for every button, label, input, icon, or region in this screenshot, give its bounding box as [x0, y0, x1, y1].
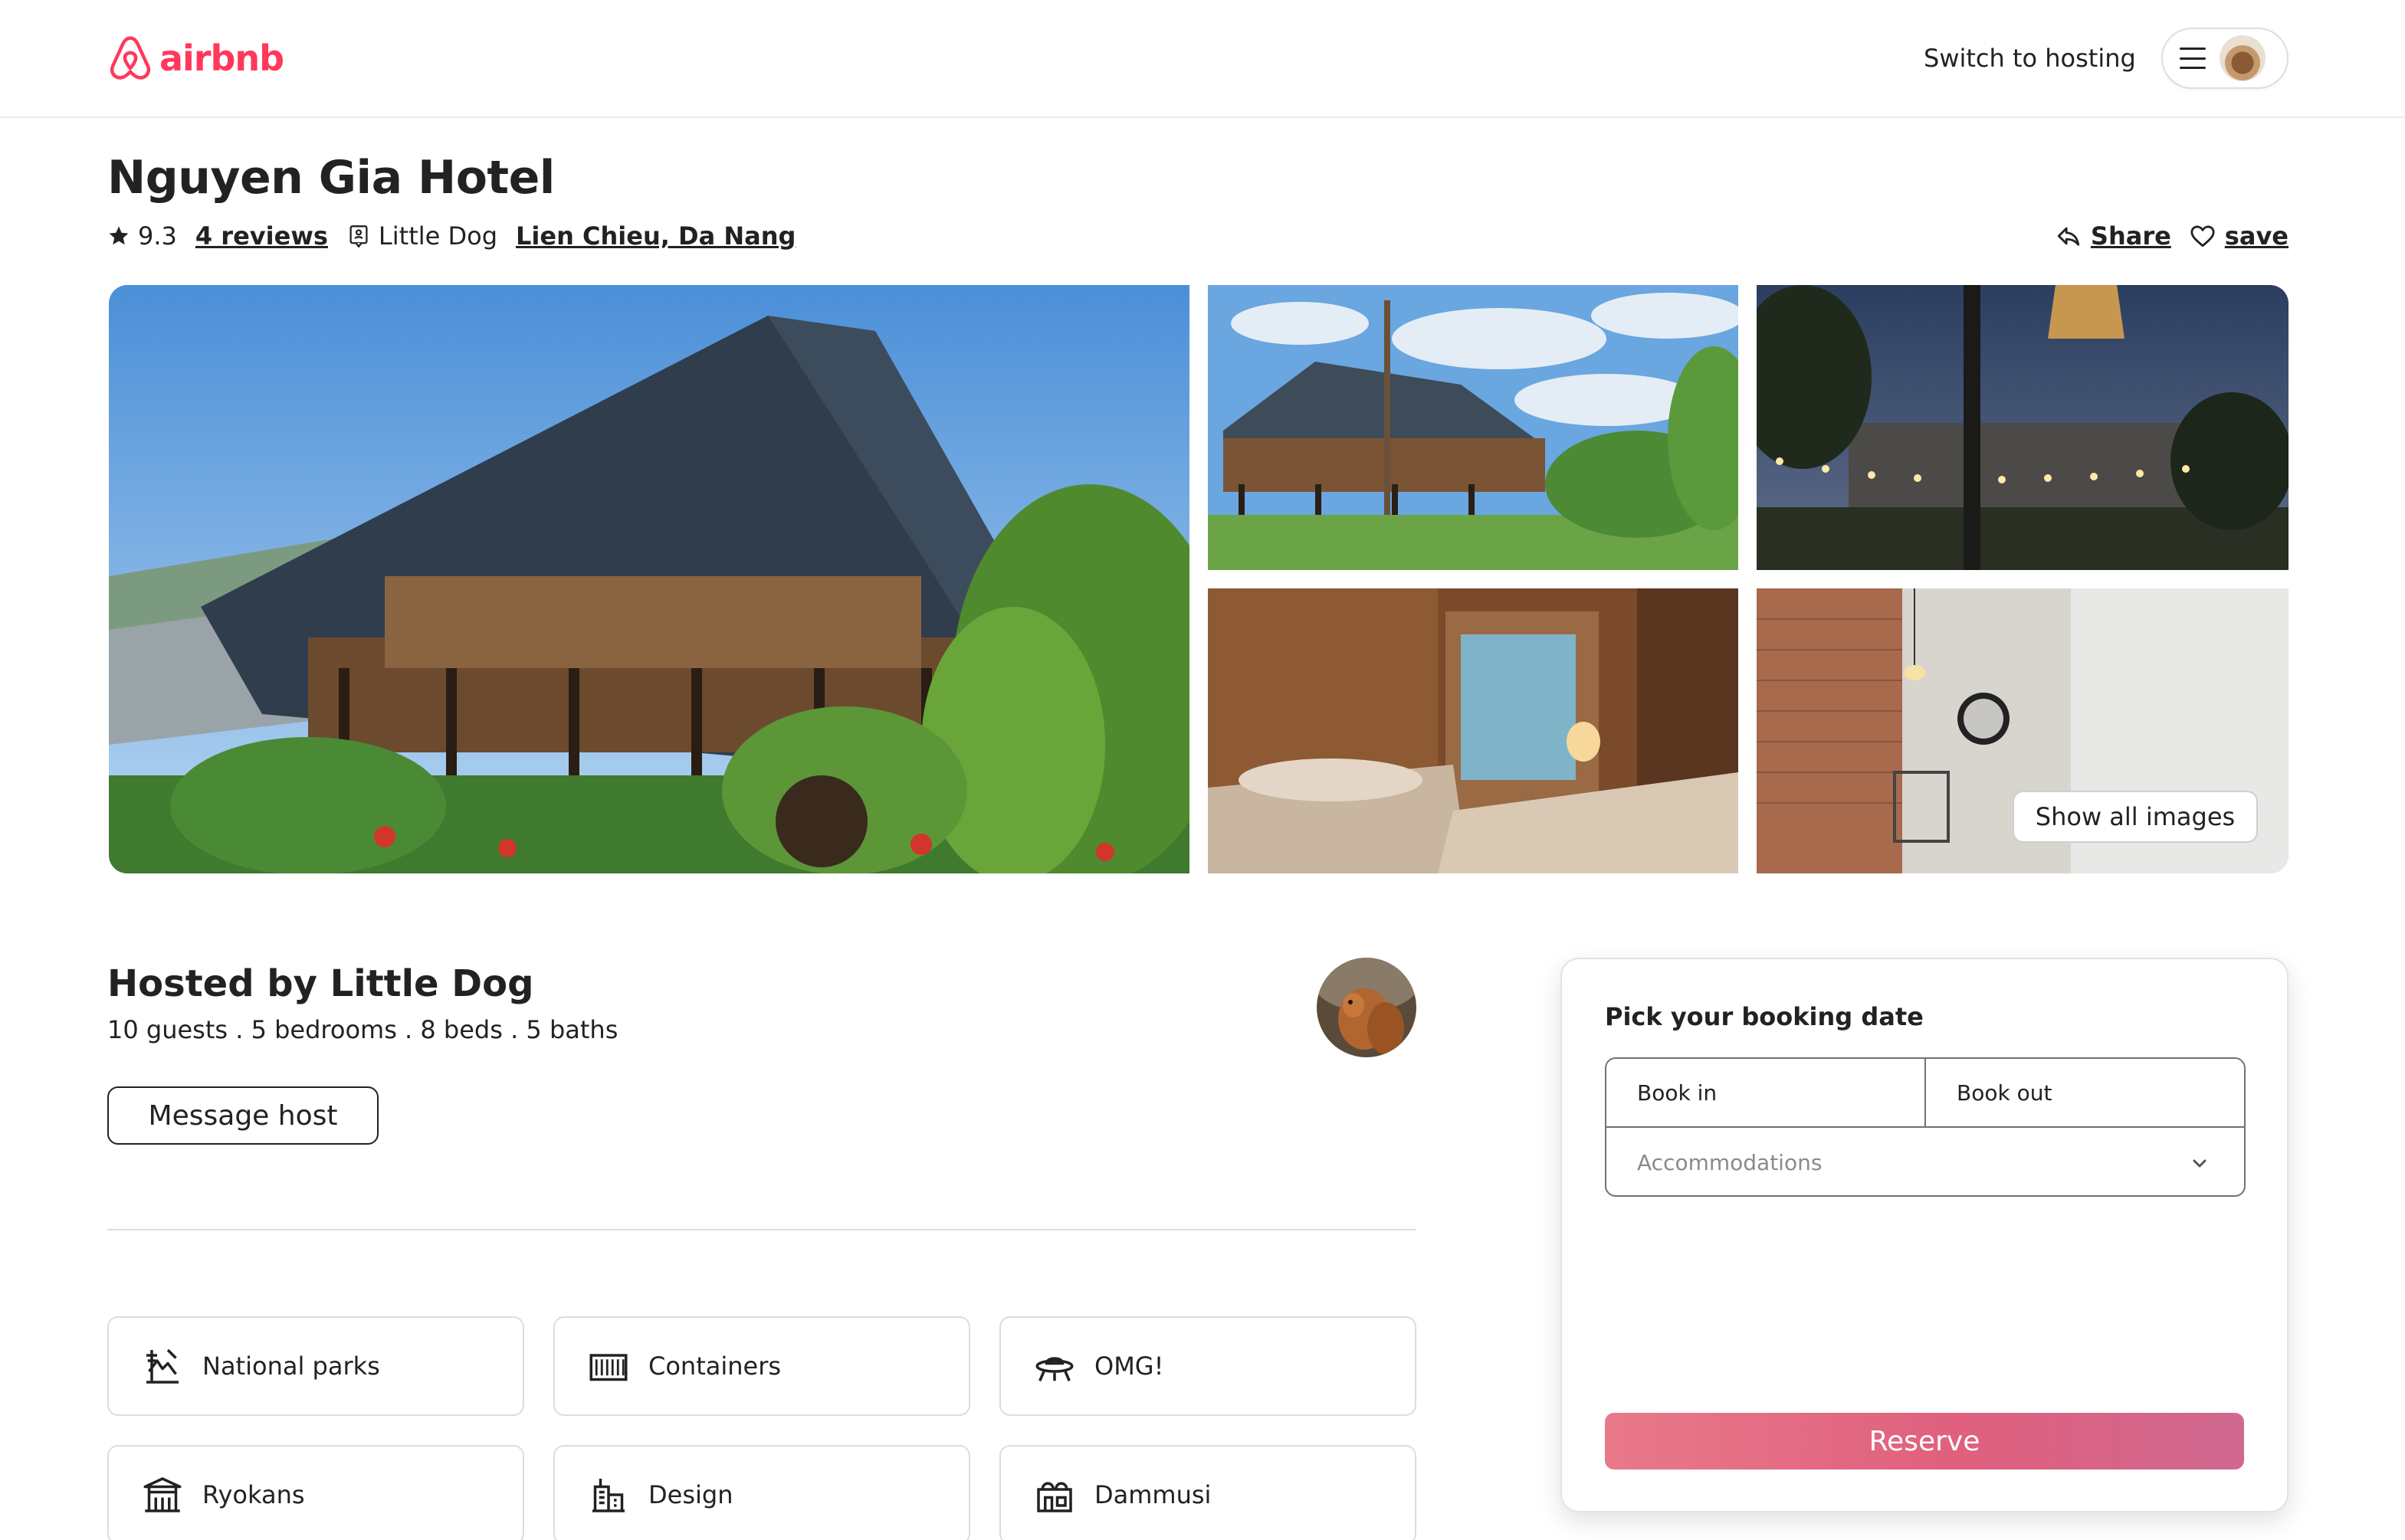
category-omg[interactable]: OMG!	[999, 1316, 1416, 1416]
hamburger-menu-icon	[2180, 48, 2206, 69]
category-label: Design	[648, 1480, 733, 1509]
booking-date-box: Book in Book out Accommodations	[1605, 1057, 2246, 1197]
book-in-field[interactable]: Book in	[1606, 1059, 1924, 1126]
share-icon[interactable]	[2056, 223, 2082, 249]
listing-capacity: 10 guests . 5 bedrooms . 8 beds . 5 bath…	[107, 1015, 618, 1044]
airbnb-logo[interactable]: airbnb	[107, 32, 284, 84]
airbnb-logo-icon	[110, 36, 151, 80]
switch-to-hosting-link[interactable]: Switch to hosting	[1908, 37, 2151, 80]
star-icon	[109, 226, 129, 245]
message-host-button[interactable]: Message host	[107, 1086, 379, 1145]
photo-garden-night-lights[interactable]	[1757, 285, 2289, 570]
design-building-icon	[592, 1479, 625, 1512]
photo-gallery	[109, 285, 2289, 873]
ufo-icon	[1035, 1357, 1074, 1381]
dammusi-icon	[1037, 1482, 1072, 1512]
host-badge-icon	[349, 225, 368, 247]
listing-actions: Share save	[2056, 218, 2289, 254]
user-avatar	[2220, 35, 2266, 81]
category-ryokans[interactable]: Ryokans	[107, 1445, 524, 1540]
hosted-by-title: Hosted by Little Dog	[107, 962, 534, 1005]
host-name: Little Dog	[378, 221, 498, 251]
save-button[interactable]: save	[2225, 221, 2289, 251]
listing-title: Nguyen Gia Hotel	[107, 151, 555, 205]
host-avatar[interactable]	[1317, 958, 1416, 1057]
listing-meta: 9.3 4 reviews Little Dog Lien Chieu, Da …	[107, 218, 796, 254]
accommodations-select[interactable]: Accommodations	[1606, 1128, 2244, 1195]
accommodations-placeholder: Accommodations	[1637, 1149, 1823, 1175]
heart-icon[interactable]	[2190, 223, 2216, 249]
category-label: Containers	[648, 1352, 782, 1381]
rating-value: 9.3	[138, 221, 177, 251]
reserve-button[interactable]: Reserve	[1605, 1413, 2244, 1470]
photo-stilt-house-exterior[interactable]	[109, 285, 1189, 873]
photo-bedroom-twin-beds[interactable]	[1208, 588, 1738, 873]
photo-stilt-house-daytime[interactable]	[1208, 285, 1738, 570]
top-nav: airbnb Switch to hosting	[0, 0, 2405, 118]
booking-card: Pick your booking date Book in Book out …	[1560, 958, 2289, 1512]
category-label: OMG!	[1094, 1352, 1164, 1381]
booking-title: Pick your booking date	[1605, 1002, 1924, 1031]
show-all-images-button[interactable]: Show all images	[2013, 791, 2258, 843]
category-dammusi[interactable]: Dammusi	[999, 1445, 1416, 1540]
airbnb-wordmark: airbnb	[159, 38, 284, 79]
category-label: Ryokans	[202, 1480, 305, 1509]
reviews-link[interactable]: 4 reviews	[195, 221, 328, 251]
category-design[interactable]: Design	[553, 1445, 970, 1540]
section-divider	[107, 1229, 1416, 1230]
share-button[interactable]: Share	[2091, 221, 2171, 251]
location-link[interactable]: Lien Chieu, Da Nang	[516, 221, 796, 251]
user-menu-button[interactable]	[2161, 28, 2289, 89]
containers-icon	[589, 1354, 628, 1381]
ryokan-icon	[143, 1477, 182, 1512]
date-row: Book in Book out	[1606, 1059, 2244, 1128]
book-out-field[interactable]: Book out	[1924, 1059, 2244, 1126]
chevron-down-icon	[2193, 1159, 2206, 1168]
national-parks-icon	[146, 1348, 179, 1384]
category-label: Dammusi	[1094, 1480, 1212, 1509]
category-label: National parks	[202, 1352, 380, 1381]
category-containers[interactable]: Containers	[553, 1316, 970, 1416]
category-national-parks[interactable]: National parks	[107, 1316, 524, 1416]
